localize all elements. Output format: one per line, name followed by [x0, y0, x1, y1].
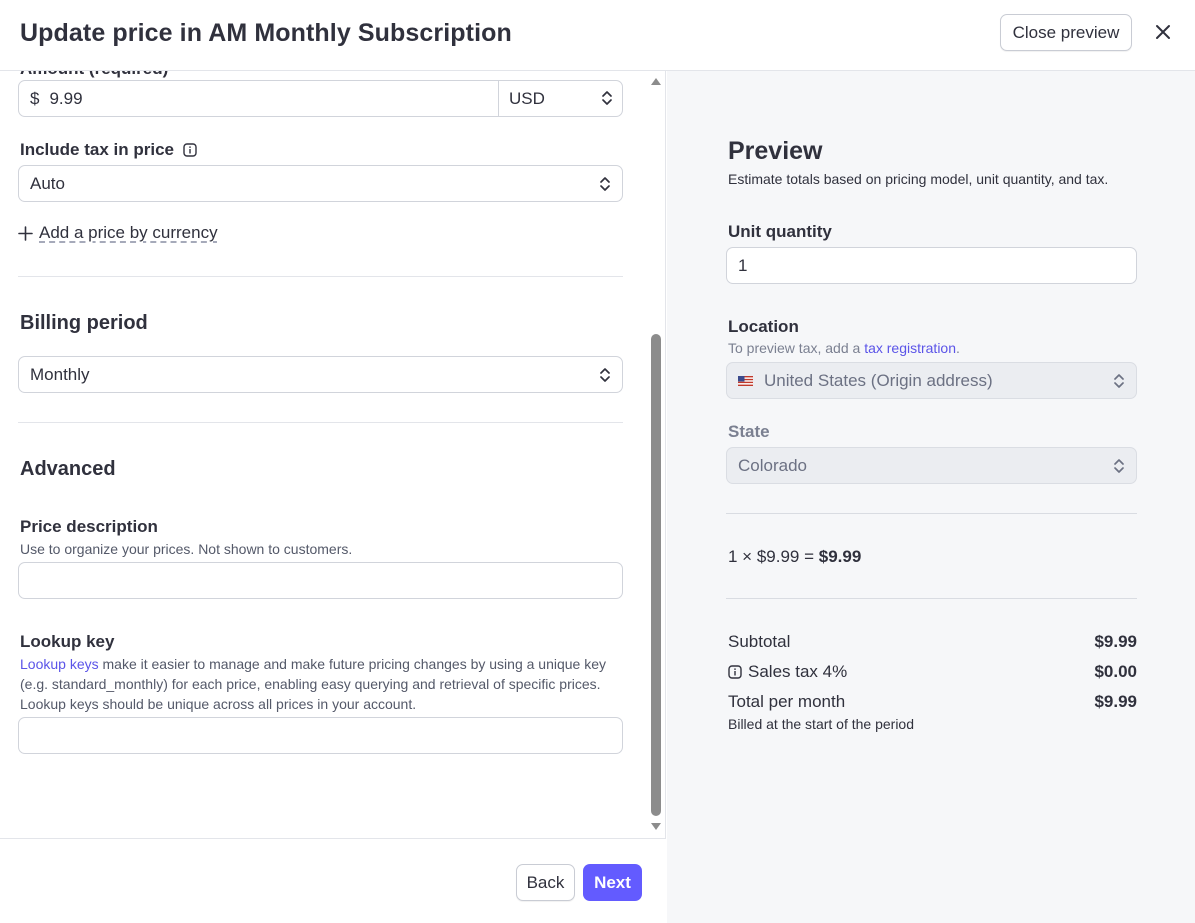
currency-select[interactable]: USD [498, 80, 624, 117]
include-tax-value: Auto [30, 173, 65, 193]
price-form-panel: Amount (required) $ 9.99 USD Include tax… [0, 71, 666, 923]
info-icon[interactable] [728, 665, 742, 679]
advanced-heading: Advanced [20, 458, 116, 480]
billing-period-value: Monthly [30, 364, 90, 384]
form-scroll-area[interactable]: Amount (required) $ 9.99 USD Include tax… [0, 71, 646, 838]
include-tax-label-row: Include tax in price [20, 140, 197, 160]
unit-quantity-label: Unit quantity [728, 222, 832, 241]
state-value: Colorado [738, 455, 807, 475]
lookup-keys-link[interactable]: Lookup keys [20, 656, 99, 672]
chevron-updown-icon [1114, 459, 1124, 473]
us-flag-icon [738, 375, 753, 386]
subtotal-label: Subtotal [728, 632, 791, 651]
lookup-key-label: Lookup key [20, 632, 115, 651]
currency-symbol: $ [30, 88, 40, 108]
chevron-updown-icon [600, 177, 610, 191]
modal-header: Update price in AM Monthly Subscription … [0, 0, 1195, 71]
location-help-suffix: . [956, 340, 960, 356]
next-button[interactable]: Next [583, 864, 642, 901]
include-tax-select[interactable]: Auto [18, 165, 623, 202]
location-select: United States (Origin address) [726, 362, 1137, 399]
unit-quantity-input[interactable]: 1 [726, 247, 1137, 284]
currency-value: USD [509, 88, 545, 108]
location-help-prefix: To preview tax, add a [728, 340, 865, 356]
state-select: Colorado [726, 447, 1137, 484]
divider [726, 598, 1137, 599]
total-value: $9.99 [1094, 692, 1137, 711]
location-label: Location [728, 317, 799, 336]
price-description-input[interactable] [18, 562, 623, 599]
amount-value: 9.99 [49, 88, 83, 108]
lookup-key-input[interactable] [18, 717, 623, 754]
billing-period-select[interactable]: Monthly [18, 356, 623, 393]
lookup-key-help: Lookup keys make it easier to manage and… [20, 654, 620, 714]
location-help: To preview tax, add a tax registration. [728, 340, 960, 356]
total-label: Total per month [728, 692, 846, 711]
billing-period-heading: Billing period [20, 312, 148, 334]
chevron-updown-icon [600, 368, 610, 382]
page-title: Update price in AM Monthly Subscription [20, 19, 512, 47]
include-tax-label: Include tax in price [20, 140, 174, 159]
sales-tax-label: Sales tax 4% [748, 662, 848, 681]
preview-panel: Preview Estimate totals based on pricing… [667, 71, 1195, 923]
scrollbar-thumb[interactable] [651, 334, 661, 816]
total-row: Total per month $9.99 [728, 692, 1137, 712]
preview-title: Preview [728, 137, 823, 165]
price-calculation: 1 × $9.99 = $9.99 [728, 547, 861, 567]
chevron-updown-icon [1114, 374, 1124, 388]
unit-quantity-value: 1 [738, 255, 748, 275]
location-value: United States (Origin address) [764, 370, 993, 390]
add-price-by-currency-link[interactable]: Add a price by currency [18, 223, 218, 243]
scroll-down-arrow-icon[interactable] [650, 821, 662, 833]
divider [18, 422, 623, 423]
subtotal-row: Subtotal $9.99 [728, 632, 1137, 652]
divider [726, 513, 1137, 514]
chevron-updown-icon [602, 91, 612, 105]
lookup-key-help-text: make it easier to manage and make future… [20, 656, 607, 712]
tax-registration-link[interactable]: tax registration [864, 340, 956, 356]
price-description-label: Price description [20, 517, 158, 536]
back-button[interactable]: Back [516, 864, 575, 901]
calc-result: $9.99 [818, 547, 862, 566]
info-icon[interactable] [183, 143, 197, 157]
sales-tax-value: $0.00 [1094, 662, 1137, 681]
form-footer: Back Next [0, 838, 666, 923]
state-label: State [728, 422, 770, 441]
close-preview-button[interactable]: Close preview [1000, 14, 1132, 51]
amount-input[interactable]: $ 9.99 USD [18, 80, 623, 117]
close-icon[interactable] [1152, 21, 1174, 43]
scrollbar[interactable] [648, 71, 664, 838]
preview-subtitle: Estimate totals based on pricing model, … [728, 171, 1109, 187]
sales-tax-row: Sales tax 4% $0.00 [728, 662, 1137, 682]
billed-note: Billed at the start of the period [728, 716, 914, 732]
subtotal-value: $9.99 [1094, 632, 1137, 651]
divider [18, 276, 623, 277]
scroll-up-arrow-icon[interactable] [650, 75, 662, 87]
calc-expression: 1 × $9.99 = [728, 547, 819, 566]
plus-icon [18, 225, 33, 241]
add-price-by-currency-label: Add a price by currency [39, 223, 218, 242]
amount-label: Amount (required) [20, 71, 168, 79]
price-description-help: Use to organize your prices. Not shown t… [20, 541, 353, 557]
